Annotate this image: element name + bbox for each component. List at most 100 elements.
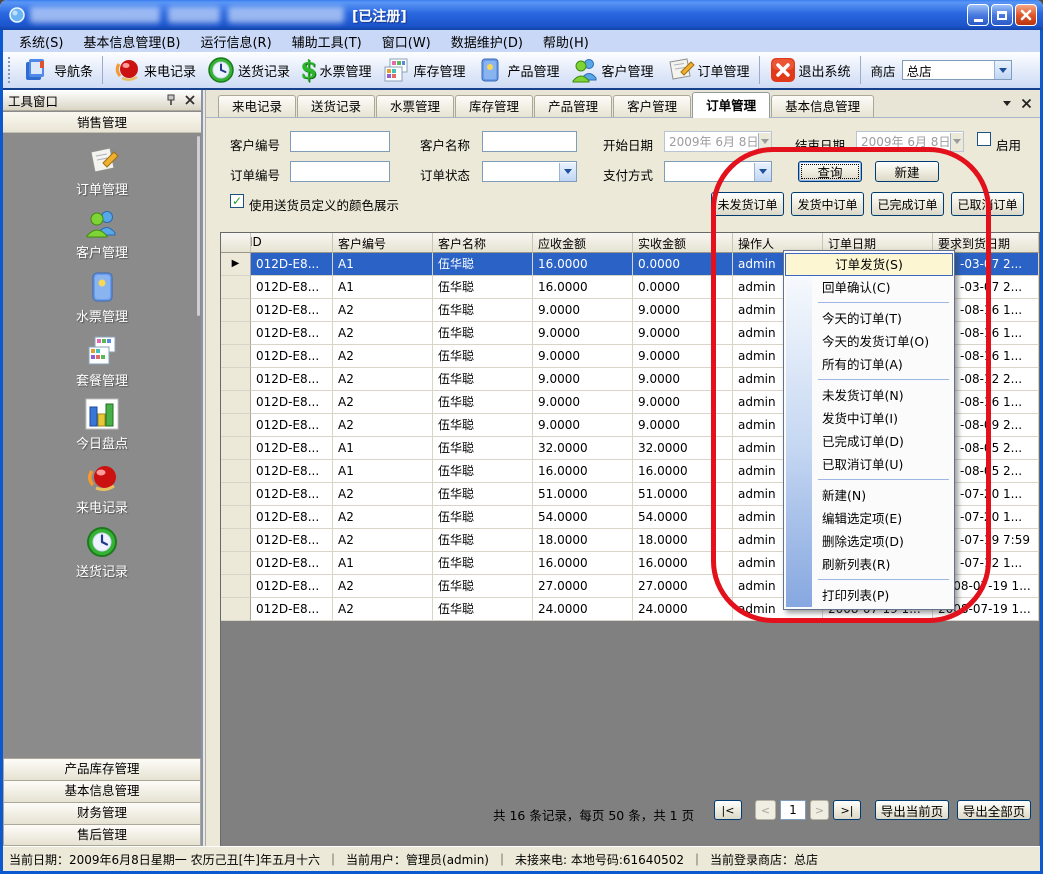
document-tab[interactable]: 库存管理 bbox=[455, 95, 533, 117]
menu-item[interactable]: 数据维护(D) bbox=[441, 30, 533, 53]
context-menu-item[interactable]: 删除选定项(D) bbox=[784, 530, 954, 553]
context-menu-item[interactable]: 发货中订单(I) bbox=[784, 407, 954, 430]
menu-item[interactable]: 辅助工具(T) bbox=[282, 30, 372, 53]
customer-name-input[interactable] bbox=[482, 131, 577, 152]
new-button[interactable]: 新建 bbox=[875, 161, 939, 182]
document-tab[interactable]: 水票管理 bbox=[376, 95, 454, 117]
toolbar-exit-button[interactable]: 退出系统 bbox=[764, 55, 856, 85]
sidebar-section-sales[interactable]: 销售管理 bbox=[3, 112, 201, 133]
row-selector-cell[interactable] bbox=[221, 345, 251, 368]
sidebar-close-icon[interactable] bbox=[184, 94, 196, 106]
start-date-picker[interactable]: 2009年 6月 8日 bbox=[664, 131, 772, 152]
column-header-customer-no[interactable]: 客户编号 bbox=[333, 233, 433, 253]
context-menu-item[interactable]: 订单发货(S) bbox=[785, 253, 953, 276]
row-selector-cell[interactable] bbox=[221, 276, 251, 299]
first-page-button[interactable]: |< bbox=[714, 800, 742, 820]
column-header-receivable[interactable]: 应收金额 bbox=[533, 233, 633, 253]
tab-list-dropdown-icon[interactable] bbox=[1003, 101, 1011, 106]
row-selector-cell[interactable] bbox=[221, 575, 251, 598]
order-no-input[interactable] bbox=[290, 161, 390, 182]
sidebar-item-water-ticket[interactable]: 水票管理 bbox=[3, 270, 201, 325]
shop-select-arrow[interactable] bbox=[994, 61, 1011, 79]
context-menu-item[interactable] bbox=[784, 576, 954, 584]
end-date-arrow[interactable] bbox=[950, 133, 963, 151]
toolbar-water-ticket-button[interactable]: $ 水票管理 bbox=[295, 56, 376, 84]
row-selector-cell[interactable] bbox=[221, 414, 251, 437]
row-selector-cell[interactable] bbox=[221, 299, 251, 322]
start-date-arrow[interactable] bbox=[758, 133, 771, 151]
pin-icon[interactable] bbox=[164, 93, 178, 107]
context-menu-item[interactable]: 所有的订单(A) bbox=[784, 353, 954, 376]
shop-select[interactable]: 总店 bbox=[902, 60, 1012, 80]
end-date-picker[interactable]: 2009年 6月 8日 bbox=[856, 131, 964, 152]
last-page-button[interactable]: >| bbox=[833, 800, 861, 820]
query-button[interactable]: 查询 bbox=[798, 161, 862, 182]
sidebar-item-call-log[interactable]: 来电记录 bbox=[3, 461, 201, 516]
minimize-button[interactable] bbox=[967, 4, 989, 26]
sidebar-item-customer[interactable]: 客户管理 bbox=[3, 206, 201, 261]
context-menu-item[interactable] bbox=[784, 299, 954, 307]
customer-no-input[interactable] bbox=[290, 131, 390, 152]
context-menu-item[interactable]: 新建(N) bbox=[784, 484, 954, 507]
order-status-arrow[interactable] bbox=[559, 163, 576, 181]
enable-date-checkbox[interactable] bbox=[977, 132, 991, 146]
status-filter-button[interactable]: 未发货订单 bbox=[711, 192, 784, 216]
column-header-id[interactable]: ID bbox=[251, 233, 333, 253]
row-selector-cell[interactable] bbox=[221, 460, 251, 483]
export-current-page-button[interactable]: 导出当前页 bbox=[875, 800, 949, 820]
menu-item[interactable]: 帮助(H) bbox=[533, 30, 599, 53]
sidebar-item-delivery-log[interactable]: 送货记录 bbox=[3, 525, 201, 580]
next-page-button[interactable]: > bbox=[810, 800, 829, 820]
context-menu-item[interactable]: 回单确认(C) bbox=[784, 276, 954, 299]
context-menu-item[interactable]: 已取消订单(U) bbox=[784, 453, 954, 476]
toolbar-order-button[interactable]: 订单管理 bbox=[659, 54, 755, 86]
context-menu-item[interactable]: 打印列表(P) bbox=[784, 584, 954, 607]
row-selector-cell[interactable] bbox=[221, 552, 251, 575]
document-tab[interactable]: 来电记录 bbox=[218, 95, 296, 117]
toolbar-call-log-button[interactable]: 来电记录 bbox=[107, 54, 201, 86]
document-tab[interactable]: 产品管理 bbox=[534, 95, 612, 117]
document-tab[interactable]: 送货记录 bbox=[297, 95, 375, 117]
sidebar-item-daily-check[interactable]: 今日盘点 bbox=[3, 397, 201, 452]
sidebar-section-bar[interactable]: 财务管理 bbox=[3, 802, 201, 824]
row-selector-cell[interactable] bbox=[221, 506, 251, 529]
prev-page-button[interactable]: < bbox=[755, 800, 776, 820]
row-selector-cell[interactable]: ▶ bbox=[221, 253, 251, 276]
document-tab[interactable]: 订单管理 bbox=[692, 92, 770, 118]
toolbar-product-button[interactable]: 产品管理 bbox=[470, 54, 564, 86]
sidebar-section-bar[interactable]: 产品库存管理 bbox=[3, 758, 201, 780]
context-menu-item[interactable]: 已完成订单(D) bbox=[784, 430, 954, 453]
row-selector-cell[interactable] bbox=[221, 598, 251, 621]
row-selector-cell[interactable] bbox=[221, 322, 251, 345]
context-menu-item[interactable]: 今天的发货订单(O) bbox=[784, 330, 954, 353]
context-menu-item[interactable]: 刷新列表(R) bbox=[784, 553, 954, 576]
sidebar-section-bar[interactable]: 售后管理 bbox=[3, 824, 201, 846]
column-header-customer-name[interactable]: 客户名称 bbox=[433, 233, 533, 253]
sidebar-item-order[interactable]: 订单管理 bbox=[3, 143, 201, 198]
context-menu-item[interactable]: 今天的订单(T) bbox=[784, 307, 954, 330]
context-menu-item[interactable] bbox=[784, 476, 954, 484]
pay-method-arrow[interactable] bbox=[754, 163, 771, 181]
row-selector-cell[interactable] bbox=[221, 437, 251, 460]
maximize-button[interactable] bbox=[991, 4, 1013, 26]
status-filter-button[interactable]: 已取消订单 bbox=[951, 192, 1024, 216]
document-tab[interactable]: 客户管理 bbox=[613, 95, 691, 117]
sidebar-item-package[interactable]: 套餐管理 bbox=[3, 334, 201, 389]
close-button[interactable] bbox=[1015, 4, 1037, 26]
sidebar-section-bar[interactable]: 基本信息管理 bbox=[3, 780, 201, 802]
row-selector-header[interactable] bbox=[221, 233, 251, 253]
toolbar-customer-button[interactable]: 客户管理 bbox=[565, 54, 659, 86]
tab-close-icon[interactable] bbox=[1021, 98, 1032, 109]
menu-item[interactable]: 基本信息管理(B) bbox=[73, 30, 190, 53]
status-filter-button[interactable]: 已完成订单 bbox=[871, 192, 944, 216]
row-selector-cell[interactable] bbox=[221, 368, 251, 391]
pay-method-select[interactable] bbox=[664, 161, 772, 182]
menu-item[interactable]: 系统(S) bbox=[9, 30, 73, 53]
sidebar-scrollbar[interactable] bbox=[197, 136, 200, 316]
toolbar-delivery-log-button[interactable]: 送货记录 bbox=[201, 54, 295, 86]
menu-item[interactable]: 窗口(W) bbox=[372, 30, 441, 53]
order-status-select[interactable] bbox=[482, 161, 577, 182]
page-number-input[interactable]: 1 bbox=[780, 800, 806, 820]
row-selector-cell[interactable] bbox=[221, 391, 251, 414]
toolbar-inventory-button[interactable]: 库存管理 bbox=[376, 54, 470, 86]
